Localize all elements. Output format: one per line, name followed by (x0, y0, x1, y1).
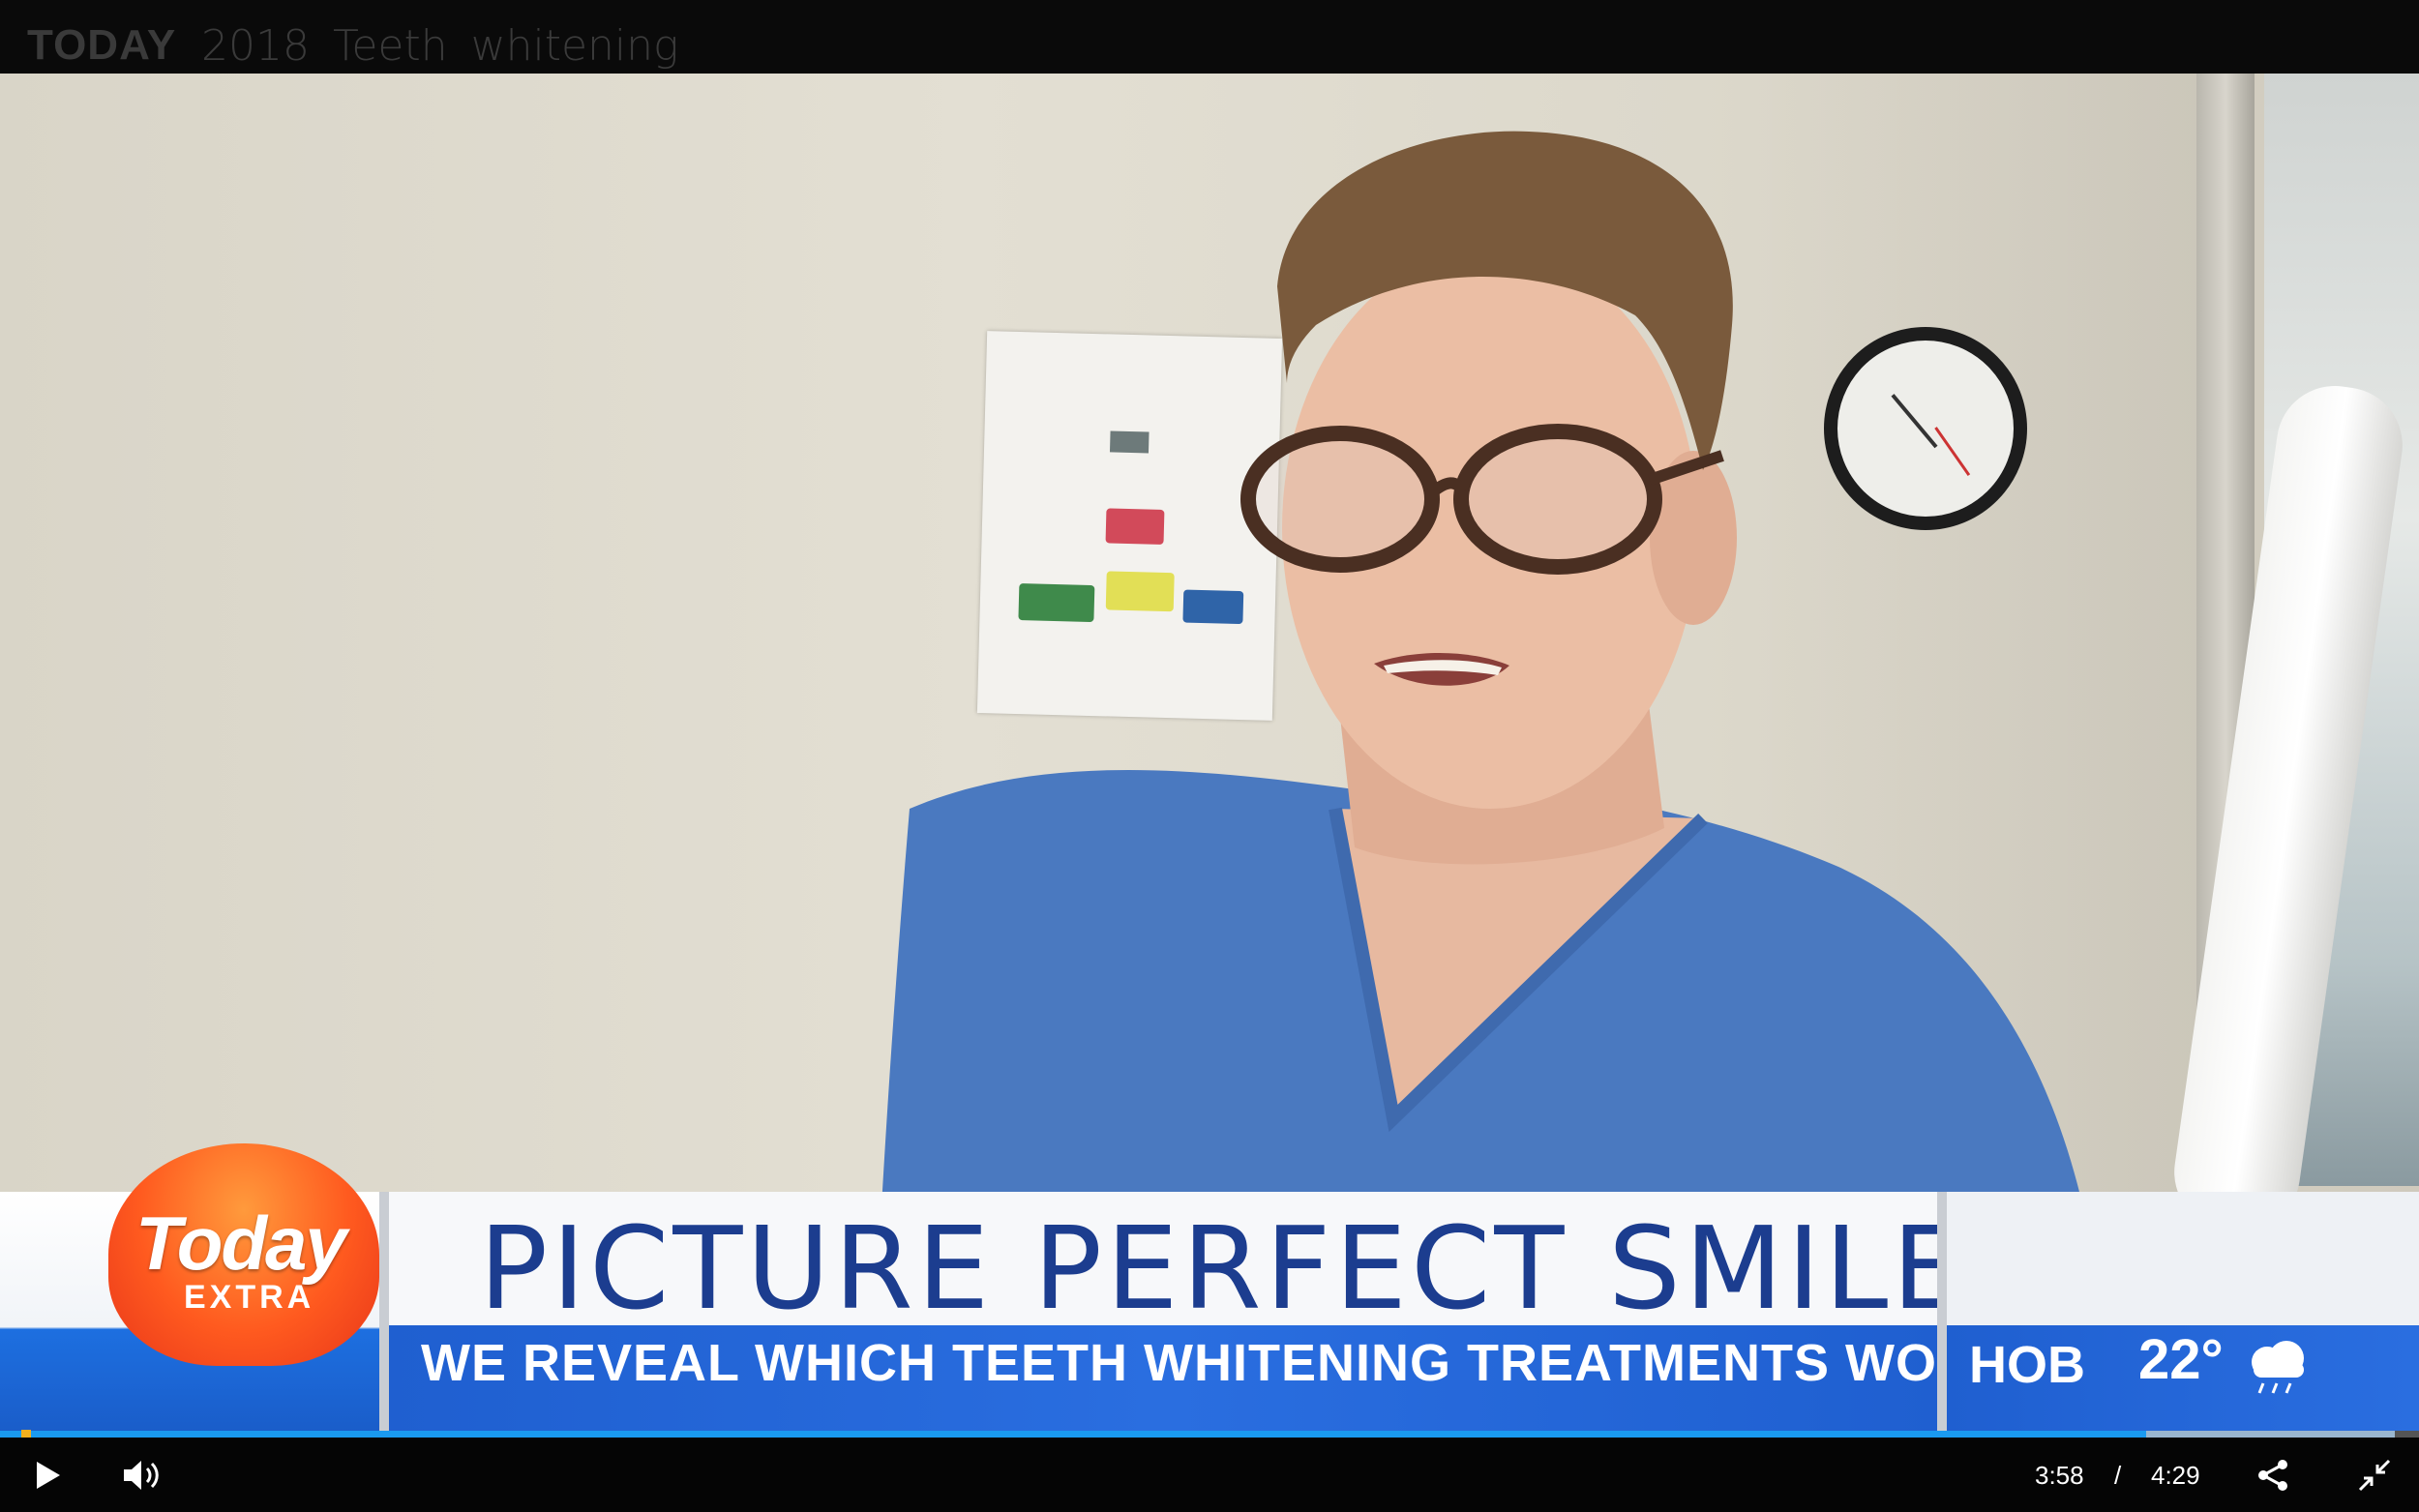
logo-wordmark: Today (135, 1201, 347, 1286)
banner-divider (1937, 1192, 1947, 1438)
channel-brand: TODAY (27, 21, 177, 69)
weather-temperature: 22° (2138, 1328, 2224, 1391)
weather-city: HOB (1969, 1336, 2085, 1394)
video-title-bar: TODAY 2018 Teeth whitening (0, 0, 2419, 74)
duration: 4:29 (2151, 1461, 2200, 1490)
time-separator: / (2114, 1461, 2122, 1490)
play-button[interactable] (27, 1454, 70, 1497)
current-time: 3:58 (2035, 1461, 2084, 1490)
buffered-range (2145, 1431, 2395, 1438)
play-icon (37, 1462, 60, 1489)
exit-fullscreen-icon (2358, 1459, 2391, 1492)
subheadline: WE REVEAL WHICH TEETH WHITENING TREATMEN… (421, 1334, 2173, 1392)
played-range (0, 1431, 2146, 1438)
volume-button[interactable] (120, 1454, 168, 1497)
player-controls: 3:58 / 4:29 (0, 1438, 2419, 1512)
cloud-rain-icon (2252, 1341, 2304, 1394)
logo-subtitle: EXTRA (184, 1279, 315, 1316)
video-title: 2018 Teeth whitening (201, 21, 679, 71)
show-logo: Today EXTRA (0, 1143, 379, 1438)
seek-bar[interactable] (0, 1430, 2419, 1438)
headline: PICTURE PERFECT SMILE (479, 1201, 1968, 1335)
share-button[interactable] (2250, 1452, 2296, 1498)
volume-icon (124, 1461, 159, 1490)
network-panel (1947, 1192, 2419, 1325)
exit-fullscreen-button[interactable] (2351, 1452, 2398, 1498)
banner-divider (379, 1192, 389, 1438)
share-icon (2258, 1460, 2287, 1491)
lower-third-banner: Today EXTRA PICTURE PERFECT SMILE WE REV… (0, 1143, 2419, 1438)
